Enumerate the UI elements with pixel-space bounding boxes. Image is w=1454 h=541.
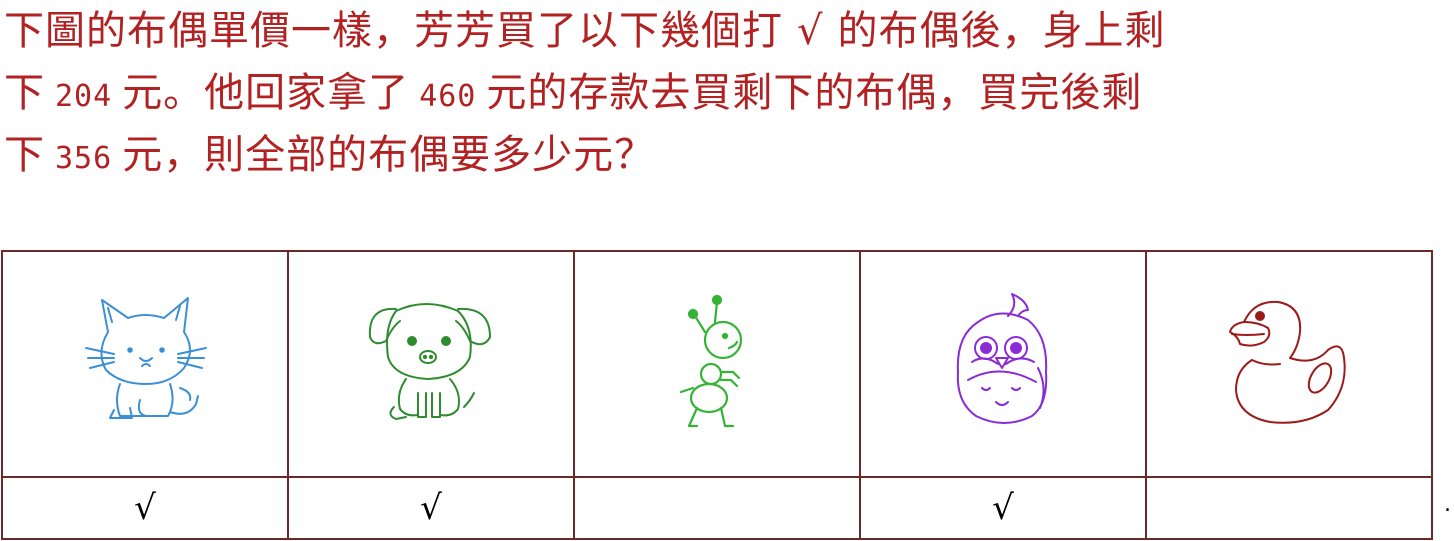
question-text-part: 的布偶後，身上剩 [837, 8, 1166, 54]
question-text-part: 下 [4, 70, 45, 116]
doll-table: √ √ √ [1, 250, 1433, 540]
doll-cell-ant [573, 250, 861, 478]
doll-cell-duck [1145, 250, 1433, 478]
question-line-1: 下圖的布偶單價一樣，芳芳買了以下幾個打 √ 的布偶後，身上剩 [4, 0, 1450, 62]
question-text-part: 下圖的布偶單價一樣，芳芳買了以下幾個打 [4, 8, 783, 54]
duck-doll-icon [1229, 300, 1346, 424]
check-mark-row: √ √ √ [1, 476, 1433, 540]
amount-remaining-first: 204 [55, 79, 113, 114]
mark-cell-dog: √ [287, 476, 575, 540]
doll-image-row [1, 250, 1433, 478]
question-text-part: 元的存款去買剩下的布偶，買完後剩 [486, 70, 1143, 116]
mark-cell-owl: √ [859, 476, 1147, 540]
check-mark-inline: √ [797, 8, 824, 54]
dog-doll-icon [368, 303, 491, 420]
mark-cell-cat: √ [1, 476, 289, 540]
owl-doll-icon [956, 293, 1048, 424]
question-text: 下圖的布偶單價一樣，芳芳買了以下幾個打 √ 的布偶後，身上剩 下 204 元。他回家拿了… [4, 0, 1450, 186]
question-line-2: 下 204 元。他回家拿了 460 元的存款去買剩下的布偶，買完後剩 [4, 62, 1450, 124]
amount-remaining-final: 356 [55, 141, 113, 176]
question-text-part: 下 [4, 132, 45, 178]
doll-cell-dog [287, 250, 575, 478]
trailing-period: . [1444, 492, 1451, 517]
doll-cell-cat [1, 250, 289, 478]
question-line-3: 下 356 元，則全部的布偶要多少元？ [4, 124, 1450, 186]
amount-savings: 460 [419, 79, 477, 114]
doll-cell-owl [859, 250, 1147, 478]
question-text-part: 元。他回家拿了 [122, 70, 410, 116]
ant-doll-icon [679, 294, 743, 428]
cat-doll-icon [85, 297, 207, 419]
question-text-part: 元，則全部的布偶要多少元？ [122, 132, 656, 178]
mark-cell-duck [1145, 476, 1433, 540]
mark-cell-ant [573, 476, 861, 540]
